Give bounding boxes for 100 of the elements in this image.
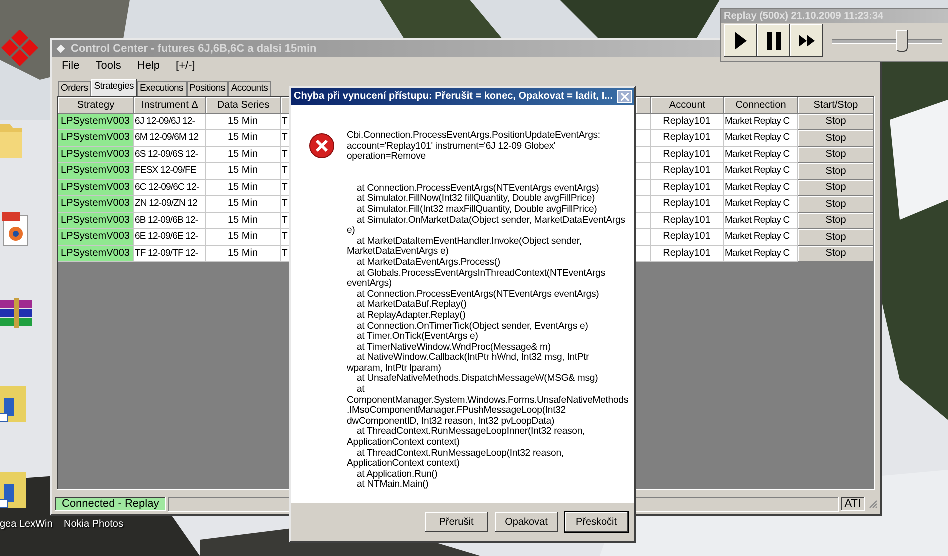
fast-forward-button[interactable] [790, 24, 823, 57]
table-cell: Market Replay C [724, 114, 798, 130]
table-cell: 15 Min [206, 229, 281, 246]
table-cell: Market Replay C [724, 196, 798, 212]
column-header[interactable]: Start/Stop [798, 97, 874, 114]
stack-trace-line: at ThreadContext.RunMessageLoopInner(Int32 reason, [356, 427, 586, 438]
stack-trace-line: at Application.Run() [356, 470, 439, 480]
stop-button[interactable]: Stop [798, 114, 874, 130]
table-cell: 15 Min [206, 130, 281, 146]
stack-trace-line: dwComponentID, Int32 reason, Int32 pvLoopData) [347, 416, 556, 427]
close-icon [620, 92, 628, 100]
menu-item[interactable]: Help [137, 60, 160, 74]
table-cell: 15 Min [206, 212, 281, 229]
table-cell: Market Replay C [724, 130, 798, 146]
image-file-icon[interactable] [2, 212, 30, 248]
table-cell: LPSystemV003 [58, 246, 134, 262]
book-box-icon[interactable] [0, 384, 28, 424]
stop-button[interactable]: Stop [798, 229, 874, 246]
table-cell: LPSystemV003 [58, 130, 134, 146]
column-header[interactable]: Instrument Δ [134, 97, 206, 114]
speed-slider[interactable] [832, 30, 942, 52]
table-cell: Market Replay C [724, 163, 798, 180]
stack-trace-line: .IMsoComponentManager.FPushMessageLoop(Int32 [347, 406, 567, 417]
stop-button[interactable]: Stop [798, 146, 874, 163]
diamonds-icon[interactable] [0, 30, 40, 66]
dialog-button[interactable]: Přeskočit [565, 512, 628, 532]
stop-button[interactable]: Stop [798, 246, 874, 262]
table-cell: LPSystemV003 [58, 212, 134, 229]
stack-trace-line: at TimerNativeWindow.WndProc(Message& m) [356, 342, 552, 353]
dialog-button[interactable]: Opakovat [495, 512, 558, 532]
desktop-icon-label[interactable]: Nokia Photos [64, 519, 124, 530]
stack-trace-line: at [356, 385, 366, 396]
stack-trace-line: at ThreadContext.RunMessageLoop(Int32 reason, [356, 448, 565, 459]
table-cell: Market Replay C [724, 212, 798, 229]
table-cell: 6C 12-09/6C 12- [134, 180, 206, 196]
table-cell: LPSystemV003 [58, 146, 134, 163]
stack-trace-line: at Simulator.FillNow(Int32 fillQuantity, Double avgFillPrice) [356, 194, 596, 205]
table-cell: ZN 12-09/ZN 12 [134, 196, 206, 212]
column-header[interactable]: Connection [724, 97, 798, 114]
dialog-button[interactable]: Přerušit [425, 512, 488, 532]
table-cell: 15 Min [206, 146, 281, 163]
table-cell: Market Replay C [724, 246, 798, 262]
stack-trace-line: at Connection.ProcessEventArgs(NTEventArgs eventArgs) [356, 184, 600, 194]
tab[interactable]: Orders [58, 81, 92, 96]
menu-item[interactable]: [+/-] [176, 60, 196, 74]
table-cell: 15 Min [206, 114, 281, 130]
pause-icon [766, 32, 780, 50]
stop-button[interactable]: Stop [798, 212, 874, 229]
stop-button[interactable]: Stop [798, 163, 874, 180]
table-cell: 15 Min [206, 196, 281, 212]
stack-trace-line: at Timer.OnTick(EventArgs e) [356, 332, 480, 343]
tab[interactable]: Strategies [91, 79, 138, 96]
table-cell: LPSystemV003 [58, 229, 134, 246]
stack-trace-line: at Simulator.OnMarketData(Object sender, MarketDataEventArgs [356, 216, 626, 226]
desktop-icon-label[interactable]: gea LexWin [0, 519, 53, 530]
column-header[interactable]: Strategy [58, 97, 134, 114]
stack-trace-line: at ReplayAdapter.Replay() [356, 310, 467, 322]
archive-icon[interactable] [0, 298, 34, 328]
error-icon [309, 133, 335, 159]
slider-thumb[interactable] [896, 30, 908, 52]
stop-button[interactable]: Stop [798, 130, 874, 146]
play-button[interactable] [724, 24, 757, 57]
column-header[interactable]: Data Series [206, 97, 281, 114]
stack-trace-line: at MarketDataEventArgs.Process() [356, 258, 502, 269]
stack-trace-line: wparam, IntPtr lparam) [347, 364, 442, 374]
table-cell: 6E 12-09/6E 12- [134, 229, 206, 246]
status-connection: Connected - Replay [55, 497, 166, 511]
stack-trace-line: at Connection.ProcessEventArgs(NTEventArgs eventArgs) [356, 290, 600, 300]
diamond-icon [56, 44, 66, 54]
table-cell: Market Replay C [724, 229, 798, 246]
book-box-icon[interactable] [0, 470, 28, 510]
stack-trace-line: at Simulator.Fill(Int32 maxFillQuantity, Double avgFillPrice) [356, 204, 598, 216]
stack-trace-line: at MarketDataItemEventHandler.Invoke(Object sender, [356, 236, 583, 247]
stack-trace-line: ApplicationContext context) [347, 438, 461, 449]
stack-trace-line: at Globals.ProcessEventArgsInThreadContext(NTEventArgs [356, 268, 606, 279]
menu-item[interactable]: File [62, 60, 80, 74]
stack-trace-line: at NativeWindow.Callback(IntPtr hWnd, Int32 msg, IntPtr [356, 353, 590, 364]
tab[interactable]: Accounts [228, 81, 272, 96]
menu-item[interactable]: Tools [96, 60, 122, 74]
table-cell: LPSystemV003 [58, 114, 134, 130]
table-cell: 6S 12-09/6S 12- [134, 146, 206, 163]
stack-trace-line: ApplicationContext context) [347, 459, 461, 470]
stack-trace-line: at NTMain.Main() [356, 480, 430, 491]
table-cell: Replay101 [651, 130, 724, 146]
tab[interactable]: Executions [137, 81, 186, 96]
stop-button[interactable]: Stop [798, 180, 874, 196]
stack-trace-line: MarketDataEventArgs e) [347, 247, 450, 258]
resize-grip-icon [869, 500, 878, 508]
stack-trace-line: at MarketDataBuf.Replay() [356, 300, 468, 311]
window-title: Control Center - futures 6J,6B,6C a dalsi 15min [71, 42, 317, 54]
tab[interactable]: Positions [186, 81, 228, 96]
table-cell: Replay101 [651, 196, 724, 212]
pause-button[interactable] [757, 24, 790, 57]
column-header[interactable]: Account [651, 97, 724, 114]
table-cell: LPSystemV003 [58, 196, 134, 212]
stop-button[interactable]: Stop [798, 196, 874, 212]
stack-trace-line: e) [347, 226, 356, 237]
message-line: operation=Remove [347, 152, 427, 163]
column-header[interactable] [636, 97, 651, 114]
table-cell: 15 Min [206, 246, 281, 262]
